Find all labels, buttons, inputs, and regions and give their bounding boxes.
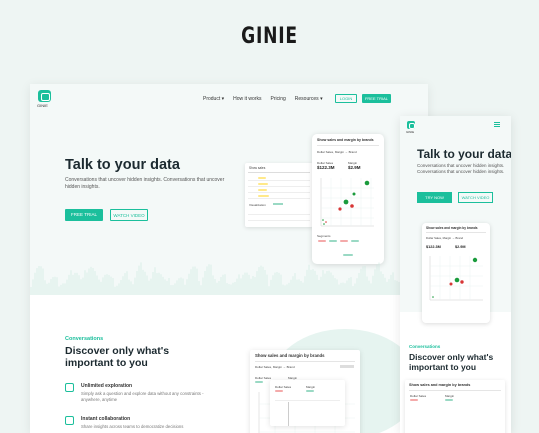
data-point [325,221,327,223]
feature-title: Instant collaboration [81,416,131,422]
mobile-phone-chart: Show sales and margin by brands Dollar S… [422,223,490,323]
data-point [343,199,349,205]
phone-query: Dollar Sales, Margin → Brand [317,150,357,154]
data-point [460,280,464,284]
nav-resources-label: Resources [294,96,319,102]
segment-chip[interactable] [351,240,359,242]
chevron-down-icon: ▾ [221,96,225,102]
data-point [350,204,354,208]
card-divider [255,361,355,362]
hero-subtitle: Conversations that uncover hidden insigh… [65,177,225,190]
watch-video-button[interactable]: WATCH VIDEO [110,209,148,221]
card-query: Dollar Sales, Margin → Brand [255,365,295,369]
overlay-axis [288,402,289,426]
segment-chip[interactable] [329,240,337,242]
mobile-conversations-label: Conversations [409,344,441,349]
mobile-chart-card: Show sales and margin by brands Dollar S… [405,380,505,433]
list-item[interactable] [248,215,310,221]
mobile-logo-text: GINIE [406,130,415,134]
margin-value: $2.9M [348,165,361,170]
mobile-mockup: GINIE Talk to your data Conversations th… [400,116,511,433]
mobile-phone-header: Show sales and margin by brands [426,226,486,233]
value-chip [306,390,314,392]
ginie-logo-icon[interactable] [38,90,51,102]
data-point [432,296,434,298]
phone-chart-preview: Show sales and margin by brands Dollar S… [312,134,384,264]
query-list-card: Show sales Visualization [245,163,313,227]
mobile-dollar-sales-value: $122.3M [426,245,441,249]
mobile-card-header: Show sales and margin by brands [409,383,471,387]
mobile-hero-title: Talk to your data [417,147,511,161]
value-chip [275,390,283,392]
mobile-margin-value: $2.9M [455,245,466,249]
side-card-divider [248,172,310,173]
data-point [323,223,325,225]
side-card-title: Show sales [249,166,266,170]
feature-desc: Share insights across teams to democrati… [81,424,184,429]
try-now-button[interactable]: TRY NOW [417,192,452,203]
data-point [449,282,453,286]
dollar-sales-value: $122.3M [317,165,335,170]
scatter-plot [320,178,374,227]
value-chip [255,381,263,383]
segments-label: Segments [317,234,331,238]
overlay-dollar-sales-label: Dollar Sales [275,385,292,389]
wave-decoration [30,262,428,297]
mobile-card-divider [409,390,501,391]
data-point [338,207,342,211]
data-point [352,192,356,196]
segment-chip[interactable] [340,240,348,242]
conversations-label: Conversations [65,336,104,342]
mobile-logo-icon[interactable] [407,121,415,129]
top-nav: GINIE Product ▾ How it works Pricing Res… [30,84,428,114]
hero-title: Talk to your data [65,157,180,173]
card-dollar-sales-label: Dollar Sales [255,376,272,380]
card-header: Show sales and margin by brands [255,353,325,358]
exploration-icon [65,383,74,392]
overlay-margin-label: Margin [306,385,316,389]
phone-header: Show sales and margin by brands [317,138,379,146]
free-trial-button[interactable]: FREE TRIAL [65,209,103,221]
feature-desc: Simply ask a question and explore data w… [81,391,204,402]
feature-title: Unlimited exploration [81,383,133,389]
data-point [472,257,478,263]
chevron-down-icon: ▾ [320,96,323,102]
logo-text: GINIE [37,103,48,108]
mobile-watch-video-button[interactable]: WATCH VIDEO [458,192,493,203]
collaboration-icon [65,416,74,425]
mobile-card-margin-label: Margin [445,394,455,398]
value-chip [445,399,453,401]
hamburger-menu-icon[interactable] [494,122,500,127]
value-chip [410,399,418,401]
data-point [454,277,460,283]
nav-links: Product ▾ How it works Pricing Resources… [203,96,323,102]
data-point [322,219,324,221]
data-point [364,180,370,186]
mobile-card-dollar-sales-label: Dollar Sales [410,394,427,398]
nav-how-it-works[interactable]: How it works [233,96,261,102]
login-button[interactable]: LOGIN [335,94,357,103]
nav-pricing[interactable]: Pricing [270,96,285,102]
overlay-divider [275,400,340,401]
nav-free-trial-button[interactable]: FREE TRIAL [362,94,391,103]
card-icons [340,365,354,368]
segment-chip[interactable] [318,240,326,242]
mobile-phone-query: Dollar Sales, Margin → Brand [426,236,463,240]
side-card-link[interactable] [273,203,283,205]
nav-resources[interactable]: Resources ▾ [295,96,323,102]
conversations-title: Discover only what's important to you [65,345,170,369]
list-item[interactable] [248,193,310,199]
desktop-mockup: GINIE Product ▾ How it works Pricing Res… [30,84,428,433]
overlay-card: Dollar Sales Margin [270,380,345,426]
ginie-brand-title: GINIE [241,24,298,49]
mobile-conversations-title: Discover only what's important to you [409,352,494,372]
mobile-scatter-plot [429,256,483,301]
side-card-section: Visualization [249,203,266,207]
nav-product-label: Product [203,96,221,102]
mobile-hero-subtitle: Conversations that uncover hidden insigh… [417,163,505,174]
nav-product[interactable]: Product ▾ [203,96,224,102]
